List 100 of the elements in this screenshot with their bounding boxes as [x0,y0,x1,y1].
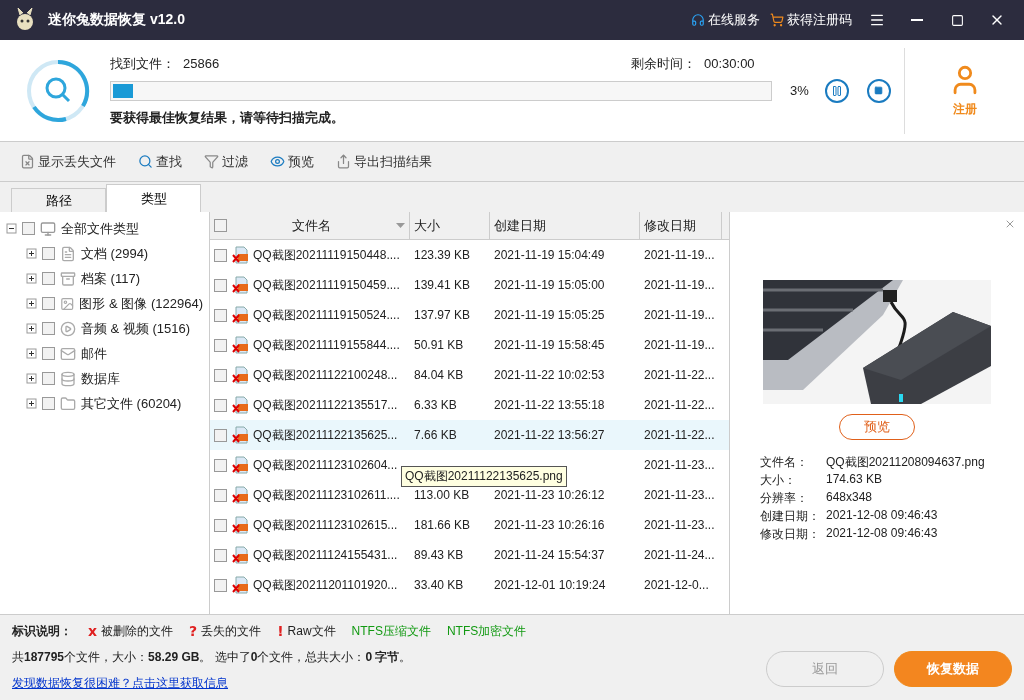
file-name: QQ截图20211122100248... [253,366,398,384]
found-label: 找到文件： [110,54,175,73]
deleted-image-file-icon [231,336,249,354]
close-icon [1004,218,1016,230]
select-all-checkbox[interactable] [214,219,227,232]
checkbox[interactable] [214,548,227,562]
checkbox[interactable] [214,488,227,502]
tree-item[interactable]: 档案 (117) [81,269,140,288]
toolbar-button[interactable]: 过滤 [204,152,248,171]
collapse-toggle[interactable] [6,223,17,234]
cart-icon [770,13,784,27]
scan-magnifier-icon [26,58,90,123]
tree-item[interactable]: 其它文件 (60204) [81,394,182,413]
modified-date: 2021-11-19... [643,248,716,262]
created-date: 2021-11-19 15:05:00 [493,278,606,292]
checkbox[interactable] [214,428,227,442]
tree-item[interactable]: 全部文件类型 [61,219,139,238]
stop-icon [874,86,884,95]
checkbox[interactable] [214,338,227,352]
detail-value: 648x348 [826,490,874,506]
file-size: 33.40 KB [413,578,465,592]
tree-item[interactable]: 邮件 [81,344,107,363]
checkbox[interactable] [214,368,227,382]
modified-date: 2021-11-22... [643,398,716,412]
title-link[interactable]: 在线服务 [691,11,760,29]
remaining-time: 00:30:00 [704,56,755,71]
checkbox[interactable] [42,397,55,410]
modified-date: 2021-11-19... [643,308,716,322]
checkbox[interactable] [22,222,35,235]
tab[interactable]: 路径 [11,188,106,212]
checkbox[interactable] [214,578,227,592]
checkbox[interactable] [42,347,55,360]
expand-toggle[interactable] [26,323,37,334]
checkbox[interactable] [214,278,227,292]
export-icon [336,154,351,169]
file-name: QQ截图20211122135517... [253,396,398,414]
expand-toggle[interactable] [26,273,37,284]
file-name: QQ截图20211124155431... [253,546,398,564]
pause-icon [830,84,843,97]
column-header[interactable]: 文件名 [233,216,390,235]
pause-button[interactable] [824,78,849,103]
detail-label: 分辨率： [760,490,809,507]
modified-date: 2021-11-19... [643,278,716,292]
expand-toggle[interactable] [26,348,37,359]
modified-date: 2021-11-22... [643,368,716,382]
checkbox[interactable] [42,322,55,335]
checkbox[interactable] [214,248,227,262]
checkbox[interactable] [214,308,227,322]
deleted-image-file-icon [231,366,249,384]
tab[interactable]: 类型 [106,184,201,212]
scan-hint: 要获得最佳恢复结果，请等待扫描完成。 [110,108,345,127]
modified-date: 2021-11-22... [643,428,716,442]
file-size: 84.04 KB [413,368,465,382]
column-header[interactable]: 修改日期 [644,216,696,235]
lost-file-icon [20,154,35,169]
toolbar-button[interactable]: 查找 [138,152,182,171]
detail-label: 大小： [760,472,797,489]
column-header[interactable]: 创建日期 [494,216,546,235]
column-header[interactable]: 大小 [414,216,440,235]
expand-toggle[interactable] [26,398,37,409]
mail-icon [60,345,76,362]
toolbar-button[interactable]: 预览 [270,152,314,171]
toolbar-button[interactable]: 显示丢失文件 [20,152,116,171]
expand-toggle[interactable] [26,373,37,384]
created-date: 2021-11-22 13:55:18 [493,398,606,412]
file-row[interactable]: QQ截图20211122135625... 7.66 KB 2021-11-22 13:56:27 2021-11-22... [210,420,729,450]
legend-mark: ? [189,623,198,641]
checkbox[interactable] [42,372,55,385]
checkbox[interactable] [42,247,55,260]
deleted-image-file-icon [231,546,249,564]
tree-item[interactable]: 数据库 [81,369,120,388]
tree-item[interactable]: 音频 & 视频 (1516) [81,319,191,338]
tree-item[interactable]: 文档 (2994) [81,244,149,263]
stop-button[interactable] [866,78,891,103]
expand-toggle[interactable] [26,248,37,259]
checkbox[interactable] [214,398,227,412]
detail-value: 2021-12-08 09:46:43 [826,508,939,524]
tree-item[interactable]: 图形 & 图像 (122964) [79,294,203,313]
checkbox[interactable] [214,518,227,532]
detail-label: 文件名： [760,454,809,471]
title-link[interactable]: 获得注册码 [770,11,852,29]
legend-title: 标识说明： [12,623,72,641]
detail-label: 修改日期： [760,526,821,543]
preview-button[interactable]: 预览 [839,414,915,440]
help-link[interactable]: 发现数据恢复很困难？点击这里获取信息 [12,674,766,692]
file-name: QQ截图20211119155844.... [253,336,400,354]
doc-icon [60,245,76,262]
eye-icon [270,154,285,169]
file-name: QQ截图20211122135625... [253,426,398,444]
file-size: 113.00 KB [413,488,471,502]
toolbar-button[interactable]: 导出扫描结果 [336,152,432,171]
deleted-image-file-icon [231,306,249,324]
checkbox[interactable] [214,458,227,472]
file-name: QQ截图20211119150448.... [253,246,400,264]
checkbox[interactable] [42,272,55,285]
expand-toggle[interactable] [26,298,37,309]
minimize-icon [911,19,923,21]
modified-date: 2021-11-23... [643,518,716,532]
checkbox[interactable] [42,297,55,310]
menu-icon [869,12,885,28]
